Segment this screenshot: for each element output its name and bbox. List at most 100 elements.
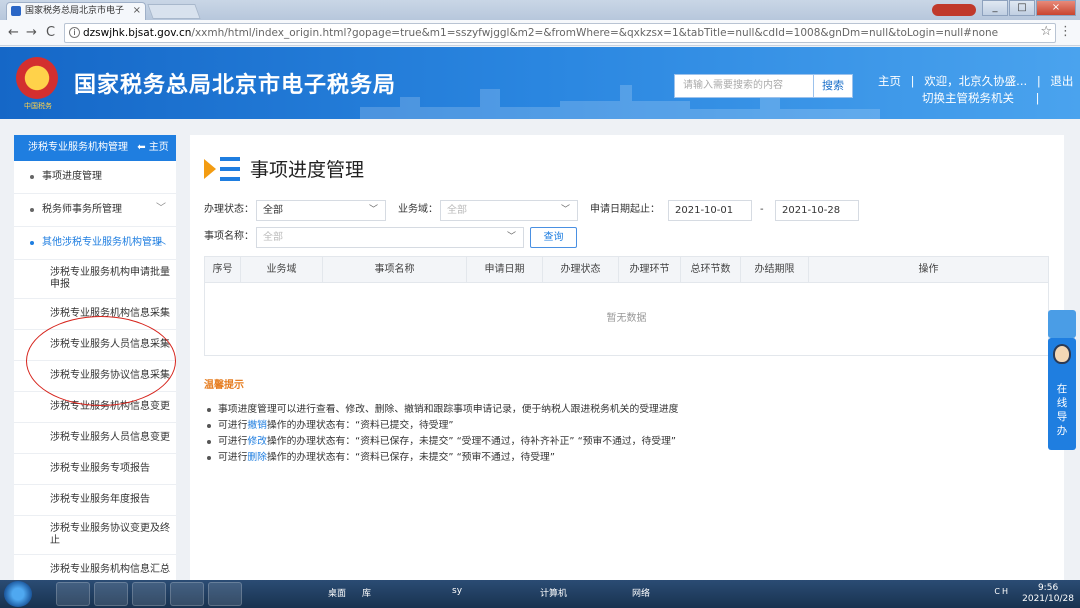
- word-taskbar-icon[interactable]: [208, 582, 242, 606]
- nav-separator: |: [1035, 91, 1040, 105]
- taskbar-item[interactable]: 库: [362, 586, 371, 599]
- site-info-icon[interactable]: i: [69, 27, 80, 38]
- sidebar-subitem[interactable]: 涉税专业服务机构申请批量申报: [14, 260, 176, 299]
- domain-select-placeholder: 全部: [447, 205, 467, 216]
- column-header: 事项名称: [323, 257, 467, 283]
- nav-separator: |: [1036, 74, 1041, 88]
- sidebar-item-progress[interactable]: 事项进度管理: [14, 161, 176, 194]
- column-header: 操作: [918, 264, 939, 275]
- address-bar-row: ← → C i dzswjhk.bjsat.gov.cn/xxmh/html/i…: [0, 20, 1080, 46]
- switch-office-link[interactable]: 切换主管税务机关: [922, 91, 1014, 105]
- column-header: 总环节数: [681, 257, 741, 283]
- minimize-button[interactable]: _: [982, 0, 1008, 16]
- profile-badge[interactable]: [932, 4, 976, 16]
- bullet-icon: [30, 241, 34, 245]
- nav-home-link[interactable]: 主页: [878, 74, 901, 88]
- back-icon[interactable]: ←: [8, 25, 19, 40]
- column-header: 办理状态: [543, 257, 619, 283]
- site-title: 国家税务总局北京市电子税务局: [74, 73, 397, 98]
- tip-text: 操作的办理状态有：“资料已提交，待受理”: [266, 420, 454, 431]
- site-search-input[interactable]: 请输入需要搜索的内容: [674, 74, 814, 98]
- page-title: 事项进度管理: [250, 159, 365, 181]
- tip-line: 可进行删除操作的办理状态有：“资料已保存，未提交” “预审不通过，待受理”: [204, 450, 1024, 466]
- sidebar-item-tax-agent-firm[interactable]: 税务师事务所管理 ﹀: [14, 194, 176, 227]
- item-name-label: 事项名称：: [204, 231, 254, 242]
- reload-icon[interactable]: C: [46, 25, 55, 40]
- sidebar-item-label: 其他涉税专业服务机构管理: [42, 237, 162, 248]
- progress-table: 序号 业务域 事项名称 申请日期 办理状态 办理环节 总环节数 办结期限 操作 …: [204, 256, 1049, 356]
- maximize-button[interactable]: □: [1009, 0, 1035, 16]
- taskbar-item[interactable]: 计算机: [540, 586, 567, 599]
- tip-line: 可进行撤销操作的办理状态有：“资料已提交，待受理”: [204, 418, 1024, 434]
- delete-link[interactable]: 删除: [247, 452, 267, 463]
- browser-tab-bar: 国家税务总局北京市电子 × _ □ ×: [0, 0, 1080, 20]
- window-controls: _ □ ×: [982, 0, 1076, 16]
- column-header: 申请日期: [467, 257, 543, 283]
- sidebar-subitem[interactable]: 涉税专业服务机构信息汇总: [14, 555, 176, 581]
- sidebar-subitem[interactable]: 涉税专业服务年度报告: [14, 485, 176, 516]
- site-search-button[interactable]: 搜索: [813, 74, 853, 98]
- url-input[interactable]: i dzswjhk.bjsat.gov.cn/xxmh/html/index_o…: [64, 23, 1056, 43]
- guide-label-char: 办: [1056, 425, 1068, 437]
- clock-time: 9:56: [1037, 583, 1059, 593]
- modify-link[interactable]: 修改: [247, 436, 267, 447]
- main-panel: 事项进度管理 办理状态： 全部 ﹀ 业务域： 全部 ﹀ 申请日期起止： 2021…: [190, 135, 1064, 581]
- domain-select[interactable]: 全部 ﹀: [440, 200, 578, 221]
- close-window-button[interactable]: ×: [1036, 0, 1076, 16]
- date-from-input[interactable]: 2021-10-01: [668, 200, 752, 221]
- top-nav: 主页 | 欢迎，北京久协盛... | 退出: [878, 73, 1073, 89]
- tip-text: 可进行: [218, 436, 248, 447]
- tip-line: 事项进度管理可以进行查看、修改、删除、撤销和跟踪事项申请记录，便于纳税人跟进税务…: [204, 402, 1024, 418]
- sidebar-home-label: 主页: [148, 142, 169, 153]
- system-tray[interactable]: CH: [994, 587, 1010, 596]
- app-s-taskbar-icon[interactable]: [132, 582, 166, 606]
- sidebar-subitem[interactable]: 涉税专业服务协议变更及终止: [14, 516, 176, 555]
- chevron-down-icon: ﹀: [156, 203, 166, 214]
- online-guide-button[interactable]: 在 线 导 办: [1048, 338, 1076, 450]
- chevron-down-icon: ﹀: [368, 205, 378, 215]
- tax-emblem-logo: [16, 57, 58, 99]
- date-to-input[interactable]: 2021-10-28: [775, 200, 859, 221]
- chevron-down-icon: ﹀: [506, 232, 516, 242]
- tip-text: 可进行: [218, 452, 248, 463]
- new-tab-button[interactable]: [147, 4, 201, 19]
- ie-taskbar-icon[interactable]: [94, 582, 128, 606]
- start-button[interactable]: [4, 581, 32, 607]
- tips-title: 温馨提示: [204, 380, 244, 391]
- browser-tab[interactable]: 国家税务总局北京市电子 ×: [6, 2, 146, 20]
- item-name-select[interactable]: 全部 ﹀: [256, 227, 524, 248]
- guide-label-char: 在: [1056, 383, 1068, 395]
- status-select[interactable]: 全部 ﹀: [256, 200, 386, 221]
- bookmark-star-icon[interactable]: ☆: [1040, 24, 1052, 39]
- revoke-link[interactable]: 撤销: [247, 420, 267, 431]
- chrome-taskbar-icon[interactable]: [56, 582, 90, 606]
- sidebar-item-other-agencies[interactable]: 其他涉税专业服务机构管理 ︿: [14, 227, 176, 260]
- tips-list: 事项进度管理可以进行查看、修改、删除、撤销和跟踪事项申请记录，便于纳税人跟进税务…: [204, 402, 1024, 466]
- taskbar-item[interactable]: sy: [452, 586, 462, 596]
- sidebar-subitem[interactable]: 涉税专业服务专项报告: [14, 454, 176, 485]
- sidebar-home-link[interactable]: ⬅ 主页: [137, 142, 169, 153]
- user-service-icon[interactable]: [1048, 310, 1076, 338]
- folder-taskbar-icon[interactable]: [170, 582, 204, 606]
- taskbar-clock[interactable]: 9:56 2021/10/28: [1022, 583, 1074, 605]
- taskbar-item[interactable]: 桌面: [328, 586, 346, 599]
- tab-close-icon[interactable]: ×: [133, 3, 141, 19]
- chevron-down-icon: ﹀: [560, 205, 570, 215]
- welcome-text: 欢迎，北京久协盛...: [924, 74, 1028, 88]
- guide-label-char: 线: [1056, 397, 1068, 409]
- switch-office-row: 切换主管税务机关 |: [922, 90, 1040, 106]
- status-label: 办理状态：: [204, 204, 254, 215]
- date-separator: -: [760, 204, 764, 215]
- browser-tab-title: 国家税务总局北京市电子: [25, 6, 125, 16]
- forward-icon[interactable]: →: [26, 25, 37, 40]
- browser-menu-icon[interactable]: ⋮: [1059, 24, 1072, 39]
- site-favicon-icon: [11, 6, 21, 16]
- column-header: 办结期限: [741, 257, 809, 283]
- tip-text: 操作的办理状态有：“资料已保存，未提交” “受理不通过，待补齐补正” “预审不通…: [266, 436, 676, 447]
- sidebar-subitem[interactable]: 涉税专业服务人员信息变更: [14, 423, 176, 454]
- logout-link[interactable]: 退出: [1050, 74, 1073, 88]
- tip-text: 操作的办理状态有：“资料已保存，未提交” “预审不通过，待受理”: [266, 452, 555, 463]
- guide-label-char: 导: [1056, 411, 1068, 423]
- query-button[interactable]: 查询: [530, 227, 577, 248]
- taskbar-item[interactable]: 网络: [632, 586, 650, 599]
